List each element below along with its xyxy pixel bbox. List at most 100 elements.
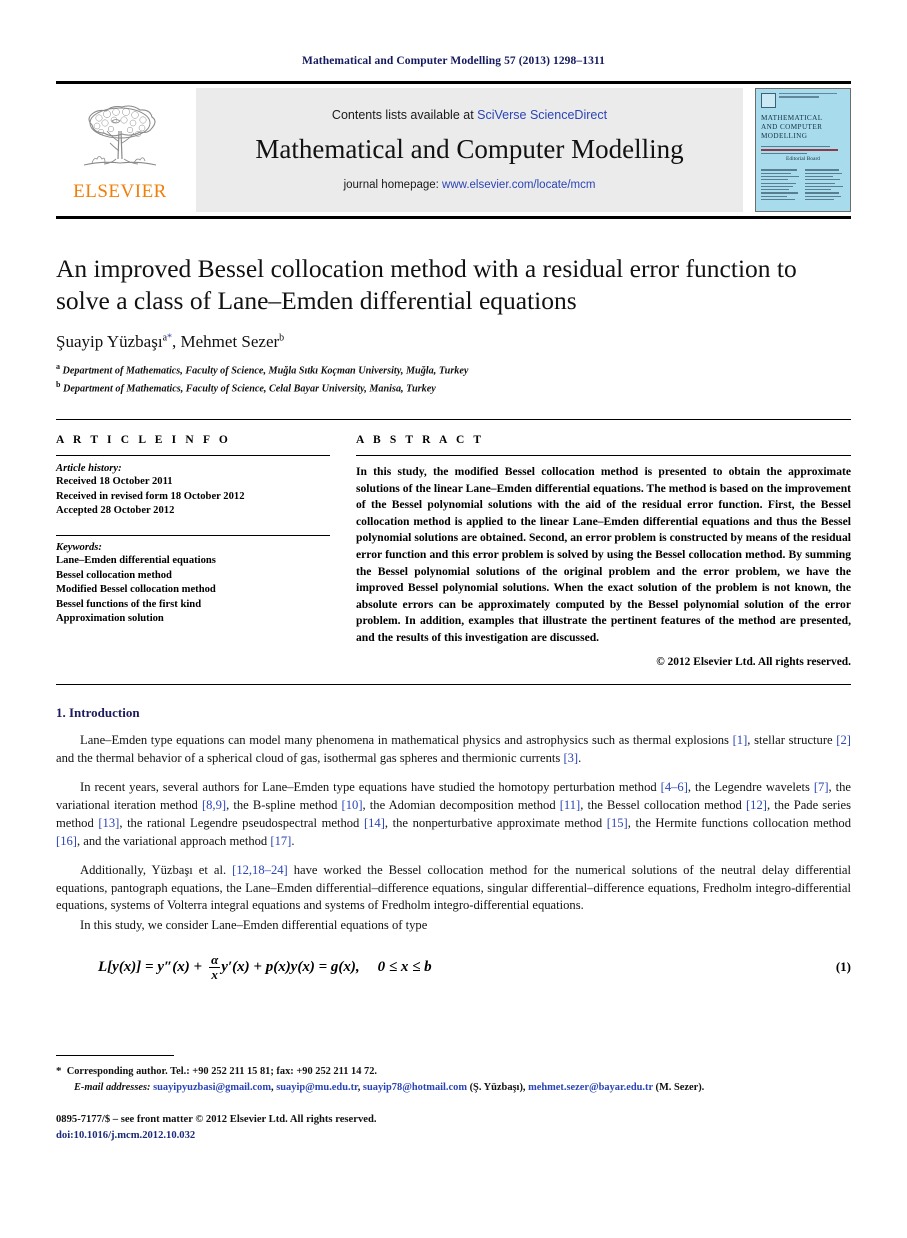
paragraph: In recent years, several authors for Lan… — [56, 779, 851, 851]
citation-link[interactable]: [12,18–24] — [232, 863, 288, 877]
email-addresses-label: E-mail addresses: — [74, 1081, 151, 1093]
journal-title: Mathematical and Computer Modelling — [255, 133, 684, 164]
abstract-heading: A B S T R A C T — [356, 434, 485, 447]
paragraph: Lane–Emden type equations can model many… — [56, 732, 851, 768]
journal-homepage-link[interactable]: www.elsevier.com/locate/mcm — [442, 179, 595, 191]
affiliation-a: a Department of Mathematics, Faculty of … — [56, 361, 851, 379]
fraction-numerator: α — [211, 952, 219, 968]
cover-logo-box — [761, 93, 776, 108]
corresponding-author-text: Corresponding author. Tel.: +90 252 211 … — [66, 1066, 378, 1077]
citation-link[interactable]: [3] — [563, 751, 578, 765]
keyword-item: Lane–Emden differential equations — [56, 554, 216, 566]
abstract-column: A B S T R A C T In this study, the modif… — [356, 434, 851, 668]
citation-link[interactable]: [15] — [607, 816, 628, 830]
cover-subtitle-lines — [761, 146, 845, 155]
keyword-item: Approximation solution — [56, 613, 164, 625]
paragraph-text: . — [291, 833, 295, 848]
author-1-paren: (Ş. Yüzbaşı), — [469, 1081, 526, 1093]
email-link-1[interactable]: suayipyuzbasi@gmail.com — [153, 1082, 271, 1093]
cover-title-line2: AND COMPUTER — [761, 123, 823, 131]
author-list: Şuayip Yüzbaşıa*, Mehmet Sezerb — [56, 332, 851, 352]
author-2-affil-marker: b — [279, 332, 285, 344]
affiliation-a-text: Department of Mathematics, Faculty of Sc… — [62, 365, 469, 377]
email-link-4[interactable]: mehmet.sezer@bayar.edu.tr — [528, 1082, 653, 1093]
article-history-accepted: Accepted 28 October 2012 — [56, 505, 175, 517]
abstract-copyright: © 2012 Elsevier Ltd. All rights reserved… — [656, 656, 851, 669]
citation-link[interactable]: [4–6] — [661, 780, 688, 794]
homepage-prefix: journal homepage: — [343, 178, 443, 191]
cover-editorial-label: Editorial Board — [785, 156, 821, 163]
cover-title-line3: MODELLING — [761, 132, 808, 140]
paragraph-text: , the Hermite functions collocation meth… — [627, 815, 851, 830]
paragraph-text: , the nonperturbative approximate method — [384, 815, 607, 830]
sciencedirect-link[interactable]: SciVerse ScienceDirect — [477, 108, 607, 122]
email-addresses-note: E-mail addresses: suayipyuzbasi@gmail.co… — [56, 1080, 851, 1096]
affiliation-list: a Department of Mathematics, Faculty of … — [56, 361, 851, 397]
email-link-3[interactable]: suayip78@hotmail.com — [363, 1082, 467, 1093]
affiliation-b-text: Department of Mathematics, Faculty of Sc… — [63, 383, 436, 395]
email-link-2[interactable]: suayip@mu.edu.tr — [276, 1082, 357, 1093]
citation-link[interactable]: [13] — [98, 816, 119, 830]
article-history-received: Received 18 October 2011 — [56, 476, 173, 488]
paragraph-text: , the Legendre wavelets — [687, 780, 814, 795]
footnote-divider — [56, 1055, 174, 1056]
cover-top-lines — [779, 93, 845, 100]
citation-link[interactable]: [10] — [342, 798, 363, 812]
equation-1-body: L[y(x)] = y″(x) + α x y′(x) + p(x)y(x) = g(… — [56, 953, 836, 981]
paragraph-text: , the Adomian decomposition method — [362, 798, 560, 813]
info-abstract-section: A R T I C L E I N F O Article history: R… — [56, 419, 851, 668]
keywords-block: Keywords: Lane–Emden differential equati… — [56, 534, 330, 627]
article-info-divider — [56, 455, 330, 457]
paragraph-text: , and the variational approach method — [76, 833, 271, 848]
equation-number: (1) — [835, 959, 851, 975]
contents-prefix: Contents lists available at — [331, 107, 478, 122]
author-2-paren: (M. Sezer). — [655, 1081, 705, 1093]
paragraph: In this study, we consider Lane–Emden di… — [56, 917, 851, 935]
email-sep-2: , — [357, 1081, 361, 1093]
keyword-item: Bessel functions of the first kind — [56, 598, 202, 610]
paper-page: Mathematical and Computer Modelling 57 (… — [0, 0, 907, 1238]
contents-available-line: Contents lists available at SciVerse Sci… — [332, 108, 607, 122]
imprint-block: 0895-7177/$ – see front matter © 2012 El… — [56, 1112, 851, 1144]
citation-link[interactable]: [16] — [56, 834, 77, 848]
keyword-item: Bessel collocation method — [56, 569, 172, 581]
journal-band: Contents lists available at SciVerse Sci… — [196, 88, 743, 212]
asterisk-icon: * — [56, 1065, 62, 1077]
citation-link[interactable]: [1] — [733, 733, 748, 747]
citation-link[interactable]: [11] — [560, 798, 581, 812]
page-footer: * Corresponding author. Tel.: +90 252 21… — [56, 1055, 851, 1144]
page-title: An improved Bessel collocation method wi… — [56, 254, 797, 315]
elsevier-logo: ELSEVIER — [56, 88, 184, 212]
email-sep-1: , — [271, 1081, 274, 1093]
paragraph-text: , the rational Legendre pseudospectral m… — [119, 815, 364, 830]
citation-link[interactable]: [2] — [836, 733, 851, 747]
keywords-divider — [56, 534, 330, 536]
paragraph-text: Lane–Emden type equations can model many… — [80, 733, 733, 748]
paragraph: Additionally, Yüzbaşı et al. [12,18–24] … — [56, 862, 851, 916]
author-separator: , — [172, 331, 181, 351]
paragraph-text: , the Bessel collocation method — [580, 798, 746, 813]
page-content: Mathematical and Computer Modelling 57 (… — [56, 0, 851, 981]
abstract-divider — [356, 455, 851, 457]
citation-link[interactable]: [17] — [270, 834, 291, 848]
article-history-revised: Received in revised form 18 October 2012 — [56, 490, 245, 502]
issn-front-matter-line: 0895-7177/$ – see front matter © 2012 El… — [56, 1114, 377, 1126]
elsevier-tree-icon — [83, 105, 157, 166]
equation-lhs: L[y(x)] = y″(x) + — [98, 958, 203, 975]
citation-link[interactable]: [14] — [364, 816, 385, 830]
article-history-label: Article history: — [56, 463, 122, 475]
article-info-heading: A R T I C L E I N F O — [56, 434, 231, 447]
cover-columns — [761, 169, 845, 202]
cover-top-row — [761, 93, 845, 108]
citation-link[interactable]: [12] — [746, 798, 767, 812]
affiliation-b-marker: b — [56, 379, 61, 389]
section-heading-introduction: 1. Introduction — [56, 705, 140, 721]
journal-masthead: ELSEVIER Contents lists available at Sci… — [56, 81, 851, 219]
article-title-block: An improved Bessel collocation method wi… — [56, 253, 851, 397]
citation-link[interactable]: [7] — [814, 780, 829, 794]
cover-title: MATHEMATICAL AND COMPUTER MODELLING — [761, 114, 845, 141]
fraction-denominator: x — [209, 966, 220, 982]
citation-link[interactable]: [8,9] — [202, 798, 226, 812]
body-top-divider — [56, 684, 851, 686]
doi-line[interactable]: doi:10.1016/j.mcm.2012.10.032 — [56, 1128, 851, 1144]
